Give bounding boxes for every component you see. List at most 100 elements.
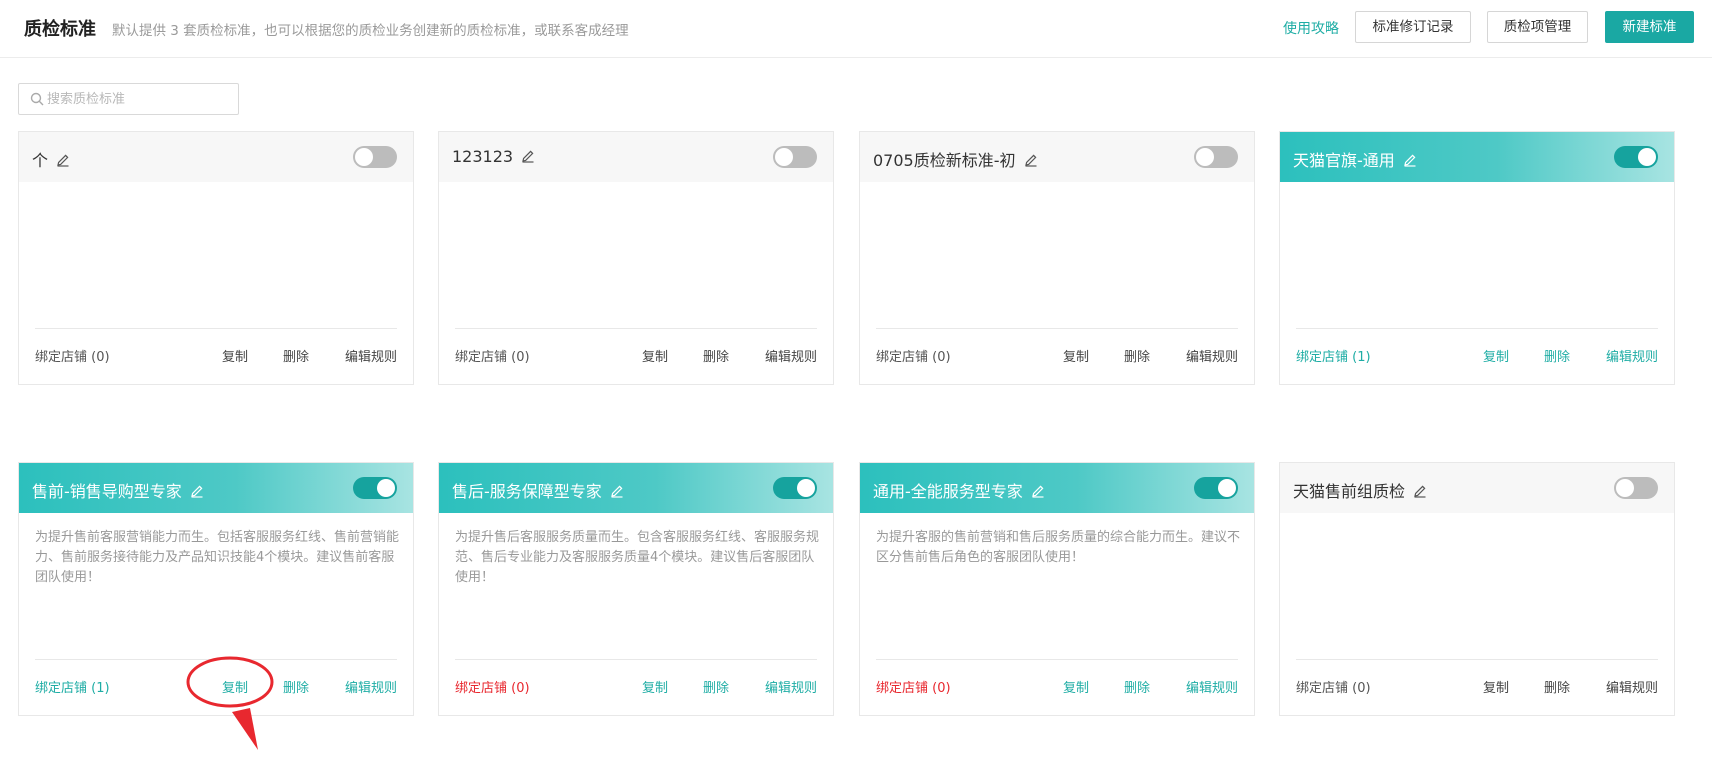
item-manage-button[interactable]: 质检项管理 [1487,11,1588,43]
card-title: 通用-全能服务型专家 [873,478,1045,502]
card-header: 天猫售前组质检 [1280,463,1674,513]
card-description: 为提升售前客服营销能力而生。包括客服服务红线、售前营销能力、售前服务接待能力及产… [35,530,400,585]
card-header: 天猫官旗-通用 [1280,132,1674,182]
copy-button[interactable]: 复制 [222,346,248,365]
card-divider [1296,659,1658,660]
card-header: 0705质检新标准-初 [860,132,1254,182]
delete-button[interactable]: 删除 [1124,677,1150,696]
enable-toggle[interactable] [1194,477,1238,499]
toggle-knob [355,148,373,166]
enable-toggle[interactable] [773,146,817,168]
edit-name-icon[interactable] [610,483,624,498]
edit-name-icon[interactable] [1413,483,1427,498]
enable-toggle[interactable] [353,477,397,499]
card-title-text: 售后-服务保障型专家 [452,482,602,501]
standard-card: 123123 绑定店铺 (0) 复制 删除 编辑规则 [438,131,834,385]
toggle-knob [1616,479,1634,497]
card-title: 售前-销售导购型专家 [32,478,204,502]
bind-stores-link[interactable]: 绑定店铺 (0) [35,346,110,365]
edit-name-icon[interactable] [56,152,70,167]
toggle-knob [797,479,815,497]
delete-button[interactable]: 删除 [283,346,309,365]
delete-button[interactable]: 删除 [283,677,309,696]
edit-rules-button[interactable]: 编辑规则 [1186,677,1238,696]
search-input[interactable] [47,84,235,114]
card-title: 天猫售前组质检 [1293,478,1427,502]
card-title-text: 123123 [452,147,514,166]
copy-button[interactable]: 复制 [1483,677,1509,696]
card-description: 为提升售后客服服务质量而生。包含客服服务红线、客服服务规范、售后专业能力及客服服… [455,530,820,585]
copy-button[interactable]: 复制 [222,677,248,696]
bind-stores-link[interactable]: 绑定店铺 (1) [1296,346,1371,365]
edit-name-icon[interactable] [1403,152,1417,167]
bind-stores-link[interactable]: 绑定店铺 (0) [876,346,951,365]
card-divider [876,659,1238,660]
toggle-knob [775,148,793,166]
enable-toggle[interactable] [1614,477,1658,499]
copy-button[interactable]: 复制 [1063,677,1089,696]
card-title: 123123 [452,147,535,166]
bind-stores-link[interactable]: 绑定店铺 (0) [455,677,530,696]
card-title-text: 0705质检新标准-初 [873,151,1016,170]
page-header: 质检标准 默认提供 3 套质检标准，也可以根据您的质检业务创建新的质检标准，或联… [0,0,1712,58]
edit-rules-button[interactable]: 编辑规则 [1606,346,1658,365]
edit-rules-button[interactable]: 编辑规则 [1186,346,1238,365]
edit-rules-button[interactable]: 编辑规则 [1606,677,1658,696]
enable-toggle[interactable] [353,146,397,168]
search-icon [30,92,44,106]
delete-button[interactable]: 删除 [1544,677,1570,696]
card-header: 售后-服务保障型专家 [439,463,833,513]
card-divider [455,659,817,660]
revision-log-button[interactable]: 标准修订记录 [1355,11,1471,43]
card-title-text: 天猫官旗-通用 [1293,151,1395,170]
bind-stores-link[interactable]: 绑定店铺 (1) [35,677,110,696]
edit-name-icon[interactable] [1031,483,1045,498]
copy-button[interactable]: 复制 [642,677,668,696]
new-standard-button[interactable]: 新建标准 [1605,11,1694,43]
page-subtitle: 默认提供 3 套质检标准，也可以根据您的质检业务创建新的质检标准，或联系客成经理 [112,23,629,39]
card-title: 售后-服务保障型专家 [452,478,624,502]
page-title: 质检标准 [24,19,96,40]
search-box[interactable] [18,83,239,115]
card-divider [35,659,397,660]
standard-card: 天猫官旗-通用 绑定店铺 (1) 复制 删除 编辑规则 [1279,131,1675,385]
delete-button[interactable]: 删除 [703,677,729,696]
bind-stores-link[interactable]: 绑定店铺 (0) [1296,677,1371,696]
card-header: 123123 [439,132,833,182]
edit-rules-button[interactable]: 编辑规则 [765,677,817,696]
enable-toggle[interactable] [773,477,817,499]
bind-stores-link[interactable]: 绑定店铺 (0) [876,677,951,696]
card-divider [1296,328,1658,329]
delete-button[interactable]: 删除 [1124,346,1150,365]
edit-name-icon[interactable] [521,148,535,163]
bind-stores-link[interactable]: 绑定店铺 (0) [455,346,530,365]
card-title: 个 [32,147,70,171]
edit-rules-button[interactable]: 编辑规则 [345,677,397,696]
card-title-text: 售前-销售导购型专家 [32,482,182,501]
copy-button[interactable]: 复制 [1483,346,1509,365]
toggle-knob [377,479,395,497]
delete-button[interactable]: 删除 [1544,346,1570,365]
edit-rules-button[interactable]: 编辑规则 [345,346,397,365]
card-header: 个 [19,132,413,182]
card-header: 售前-销售导购型专家 [19,463,413,513]
card-divider [35,328,397,329]
edit-name-icon[interactable] [1024,152,1038,167]
card-title: 天猫官旗-通用 [1293,147,1417,171]
delete-button[interactable]: 删除 [703,346,729,365]
card-header: 通用-全能服务型专家 [860,463,1254,513]
card-title-text: 通用-全能服务型专家 [873,482,1023,501]
standard-card: 0705质检新标准-初 绑定店铺 (0) 复制 删除 编辑规则 [859,131,1255,385]
enable-toggle[interactable] [1194,146,1238,168]
standard-card: 售前-销售导购型专家 为提升售前客服营销能力而生。包括客服服务红线、售前营销能力… [18,462,414,716]
guide-link[interactable]: 使用攻略 [1283,18,1339,38]
edit-rules-button[interactable]: 编辑规则 [765,346,817,365]
card-divider [455,328,817,329]
toggle-knob [1638,148,1656,166]
edit-name-icon[interactable] [190,483,204,498]
copy-button[interactable]: 复制 [642,346,668,365]
toggle-knob [1218,479,1236,497]
toggle-knob [1196,148,1214,166]
copy-button[interactable]: 复制 [1063,346,1089,365]
enable-toggle[interactable] [1614,146,1658,168]
